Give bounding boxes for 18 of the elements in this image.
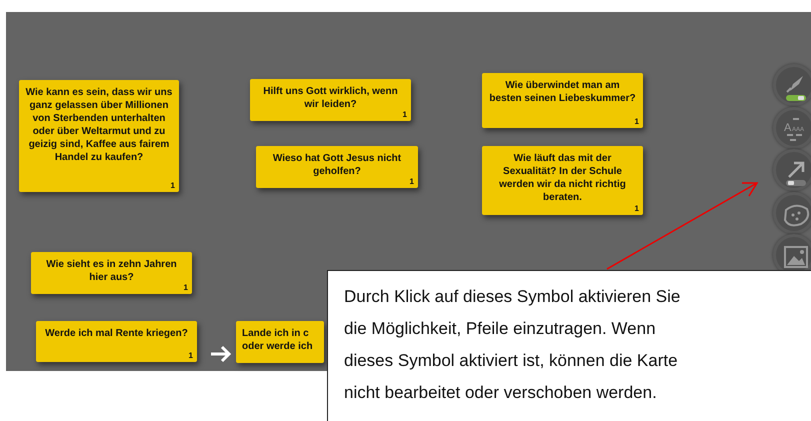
vote-count: 1 bbox=[170, 181, 175, 190]
callout-tooltip: Durch Klick auf dieses Symbol aktivieren Sie die Möglichkeit, Pfeile einzutragen. Wenn dieses Symbol aktiviert ist, können die Karte nicht bearbeitet oder verschoben werden. bbox=[327, 270, 811, 421]
question-card[interactable]: Wie läuft das mit der Sexualität? In der Schule werden wir da nicht richtig beraten. 1 bbox=[482, 146, 643, 215]
vote-count: 1 bbox=[402, 110, 407, 119]
question-card[interactable]: Wie überwindet man am besten seinen Liebeskummer? 1 bbox=[482, 73, 643, 128]
vote-count: 1 bbox=[634, 117, 639, 126]
vote-count: 1 bbox=[184, 283, 188, 292]
letter-label: A bbox=[784, 122, 792, 134]
vote-count: 1 bbox=[634, 204, 639, 213]
question-card[interactable]: Wieso hat Gott Jesus nicht geholfen? 1 bbox=[256, 146, 418, 188]
question-card[interactable]: Wie kann es sein, dass wir uns ganz gelassen über Millionen von Sterbenden unterhalten oder über Weltarmut und zu geizig sind, Kaffee aus fairem Handel zu kaufen? 1 bbox=[19, 80, 179, 192]
vote-count: 1 bbox=[410, 177, 414, 186]
vote-count: 1 bbox=[188, 351, 193, 360]
question-card[interactable]: Hilft uns Gott wirklich, wenn wir leiden? 1 bbox=[250, 79, 411, 121]
arrow-icon bbox=[209, 344, 233, 364]
question-card[interactable]: Lande ich in c oder werde ich bbox=[236, 321, 324, 363]
question-card[interactable]: Werde ich mal Rente kriegen? 1 bbox=[36, 321, 197, 362]
question-card[interactable]: Wie sieht es in zehn Jahren hier aus? 1 bbox=[31, 252, 192, 294]
